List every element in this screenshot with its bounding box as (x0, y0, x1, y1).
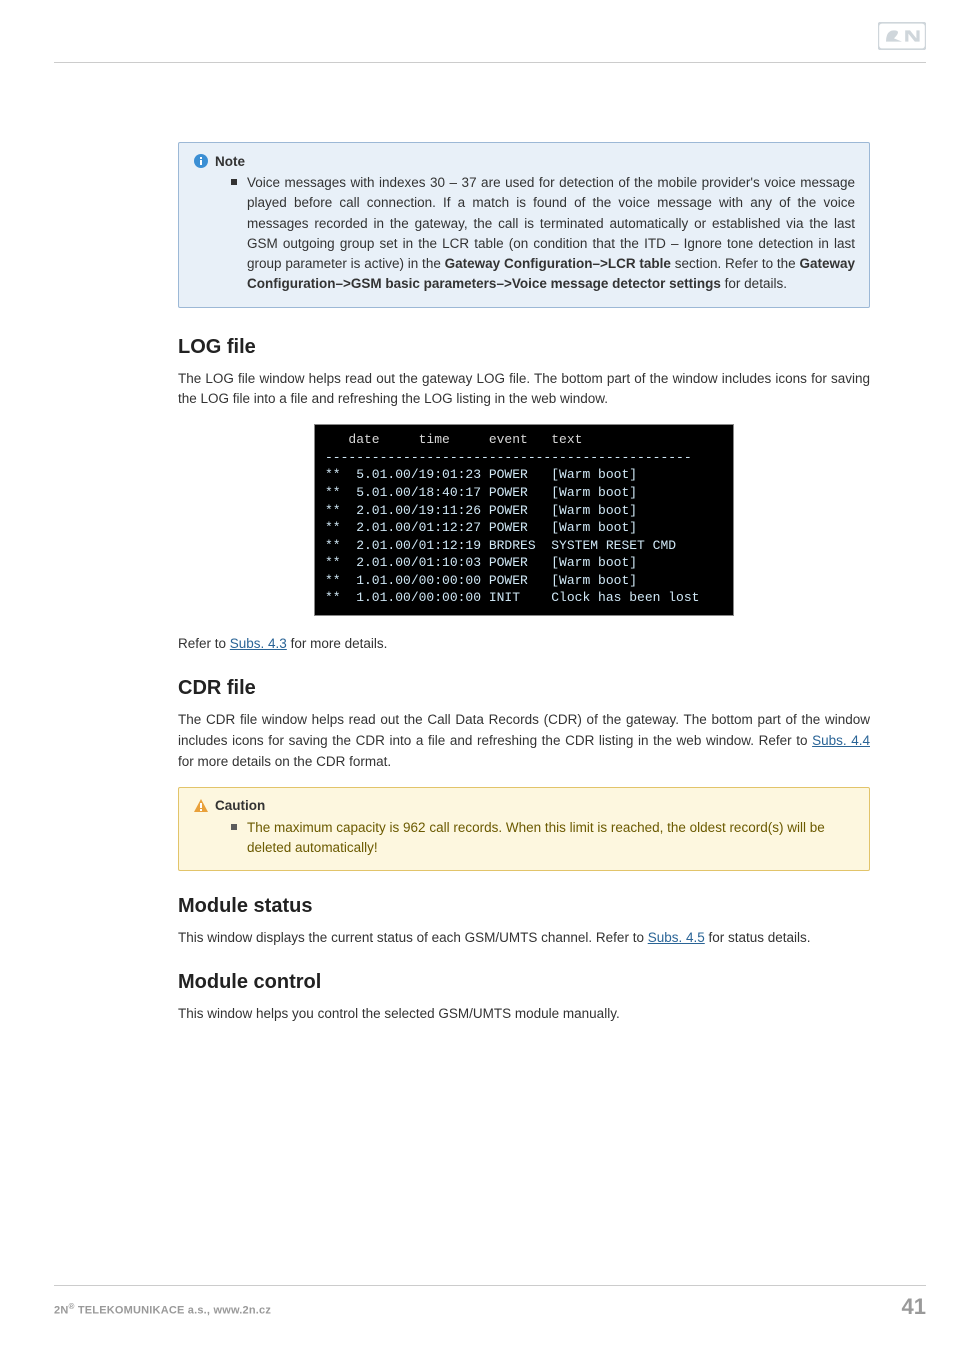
log-row: ** 2.01.00/19:11:26 POWER [Warm boot] (325, 503, 637, 518)
log-terminal: date time event text -------------------… (314, 424, 734, 615)
text: This window displays the current status … (178, 930, 648, 945)
link-subs-4-3[interactable]: Subs. 4.3 (230, 636, 287, 651)
log-row: ** 1.01.00/00:00:00 INIT Clock has been … (325, 590, 699, 605)
log-row: ** 5.01.00/18:40:17 POWER [Warm boot] (325, 485, 637, 500)
text: for more details on the CDR format. (178, 754, 391, 769)
caution-title: Caution (215, 798, 265, 813)
link-subs-4-4[interactable]: Subs. 4.4 (812, 733, 870, 748)
caution-text: The maximum capacity is 962 call records… (247, 820, 825, 855)
page-footer: 2N® TELEKOMUNIKACE a.s., www.2n.cz 41 (54, 1285, 926, 1320)
text: The CDR file window helps read out the C… (178, 712, 870, 748)
log-row: ** 1.01.00/00:00:00 POWER [Warm boot] (325, 573, 637, 588)
link-subs-4-5[interactable]: Subs. 4.5 (648, 930, 705, 945)
bullet-icon (231, 179, 237, 185)
header-divider (54, 62, 926, 63)
bullet-icon (231, 824, 237, 830)
text: for more details. (287, 636, 388, 651)
log-refer: Refer to Subs. 4.3 for more details. (178, 634, 870, 655)
log-paragraph: The LOG file window helps read out the g… (178, 369, 870, 411)
note-bold-1: Gateway Configuration–>LCR table (445, 256, 671, 271)
text: TELEKOMUNIKACE a.s., www.2n.cz (75, 1305, 272, 1317)
brand-logo (878, 22, 926, 50)
heading-cdr-file: CDR file (178, 677, 870, 700)
log-row: ** 5.01.00/19:01:23 POWER [Warm boot] (325, 467, 637, 482)
log-row: ** 2.01.00/01:12:19 BRDRES SYSTEM RESET … (325, 538, 676, 553)
log-row: ** 2.01.00/01:12:27 POWER [Warm boot] (325, 520, 637, 535)
text: Refer to (178, 636, 230, 651)
heading-log-file: LOG file (178, 336, 870, 359)
caution-body: The maximum capacity is 962 call records… (193, 818, 855, 859)
heading-module-control: Module control (178, 971, 870, 994)
footer-company: 2N® TELEKOMUNIKACE a.s., www.2n.cz (54, 1302, 271, 1317)
note-text-post: for details. (721, 276, 787, 291)
info-icon (193, 153, 209, 169)
module-status-paragraph: This window displays the current status … (178, 928, 870, 949)
note-callout: Note Voice messages with indexes 30 – 37… (178, 142, 870, 308)
text: for status details. (705, 930, 811, 945)
warning-icon (193, 798, 209, 814)
cdr-paragraph: The CDR file window helps read out the C… (178, 710, 870, 773)
module-control-paragraph: This window helps you control the select… (178, 1004, 870, 1025)
log-header-row: date time event text (325, 432, 582, 447)
log-row: ** 2.01.00/01:10:03 POWER [Warm boot] (325, 555, 637, 570)
page-number: 41 (902, 1294, 926, 1320)
caution-callout: Caution The maximum capacity is 962 call… (178, 787, 870, 872)
note-body: Voice messages with indexes 30 – 37 are … (193, 173, 855, 295)
heading-module-status: Module status (178, 895, 870, 918)
text: 2N (54, 1305, 68, 1317)
note-text-mid: section. Refer to the (671, 256, 800, 271)
note-title: Note (215, 154, 245, 169)
